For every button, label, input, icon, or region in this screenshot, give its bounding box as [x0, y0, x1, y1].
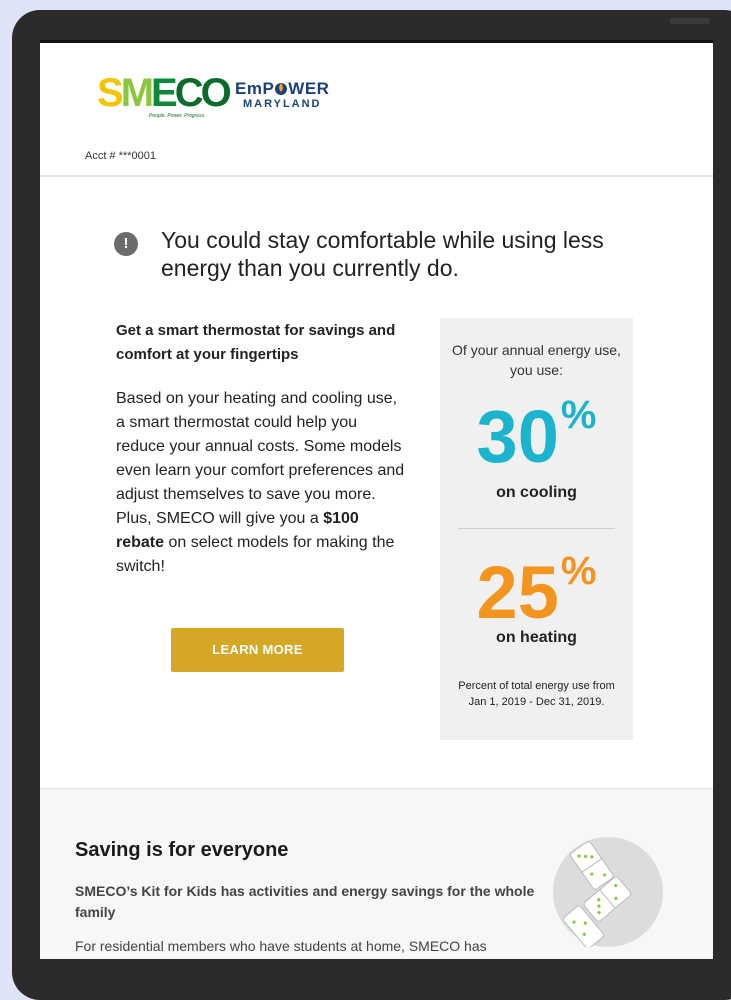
cooling-percent: 30% [476, 393, 597, 478]
stats-divider [458, 528, 615, 529]
flame-icon [274, 81, 288, 95]
empower-maryland-text: MARYLAND [242, 98, 322, 110]
tablet-camera [670, 18, 710, 24]
email-screen: SMECO People. Power. Progress. EmP WER MA… [40, 40, 713, 959]
heating-percent: 25% [476, 549, 597, 634]
exclamation-icon: ! [114, 232, 138, 256]
smeco-tagline: People. Power. Progress. [149, 113, 206, 119]
smeco-logo: SMECO People. Power. Progress. [97, 71, 232, 119]
dominoes-icon [553, 837, 663, 949]
section-body: For residential members who have student… [75, 938, 487, 954]
section-title: Saving is for everyone [75, 839, 289, 861]
saving-for-everyone-section: Saving is for everyone SMECO’s Kit for K… [40, 788, 713, 959]
stats-intro: Of your annual energy use, you use: [452, 342, 621, 378]
email-header: SMECO People. Power. Progress. EmP WER MA… [40, 43, 713, 177]
account-number: Acct # ***0001 [85, 150, 156, 162]
stats-footnote: Percent of total energy use from Jan 1, … [458, 680, 615, 708]
heating-label: on heating [496, 629, 577, 646]
alert-text: You could stay comfortable while using l… [161, 227, 604, 281]
section-subtitle: SMECO’s Kit for Kids has activities and … [75, 883, 535, 920]
empower-maryland-logo: EmP WER MARYLAND [235, 80, 329, 111]
energy-use-stats: Of your annual energy use, you use: 30% … [440, 318, 633, 740]
thermostat-offer: Get a smart thermostat for savings and c… [116, 319, 406, 579]
learn-more-button[interactable]: LEARN MORE [171, 628, 344, 672]
cooling-label: on cooling [496, 484, 577, 501]
offer-body: Based on your heating and cooling use, a… [116, 390, 405, 575]
offer-heading: Get a smart thermostat for savings and c… [116, 322, 396, 363]
empower-text-b: WER [288, 79, 330, 98]
empower-text-a: EmP [235, 79, 275, 98]
